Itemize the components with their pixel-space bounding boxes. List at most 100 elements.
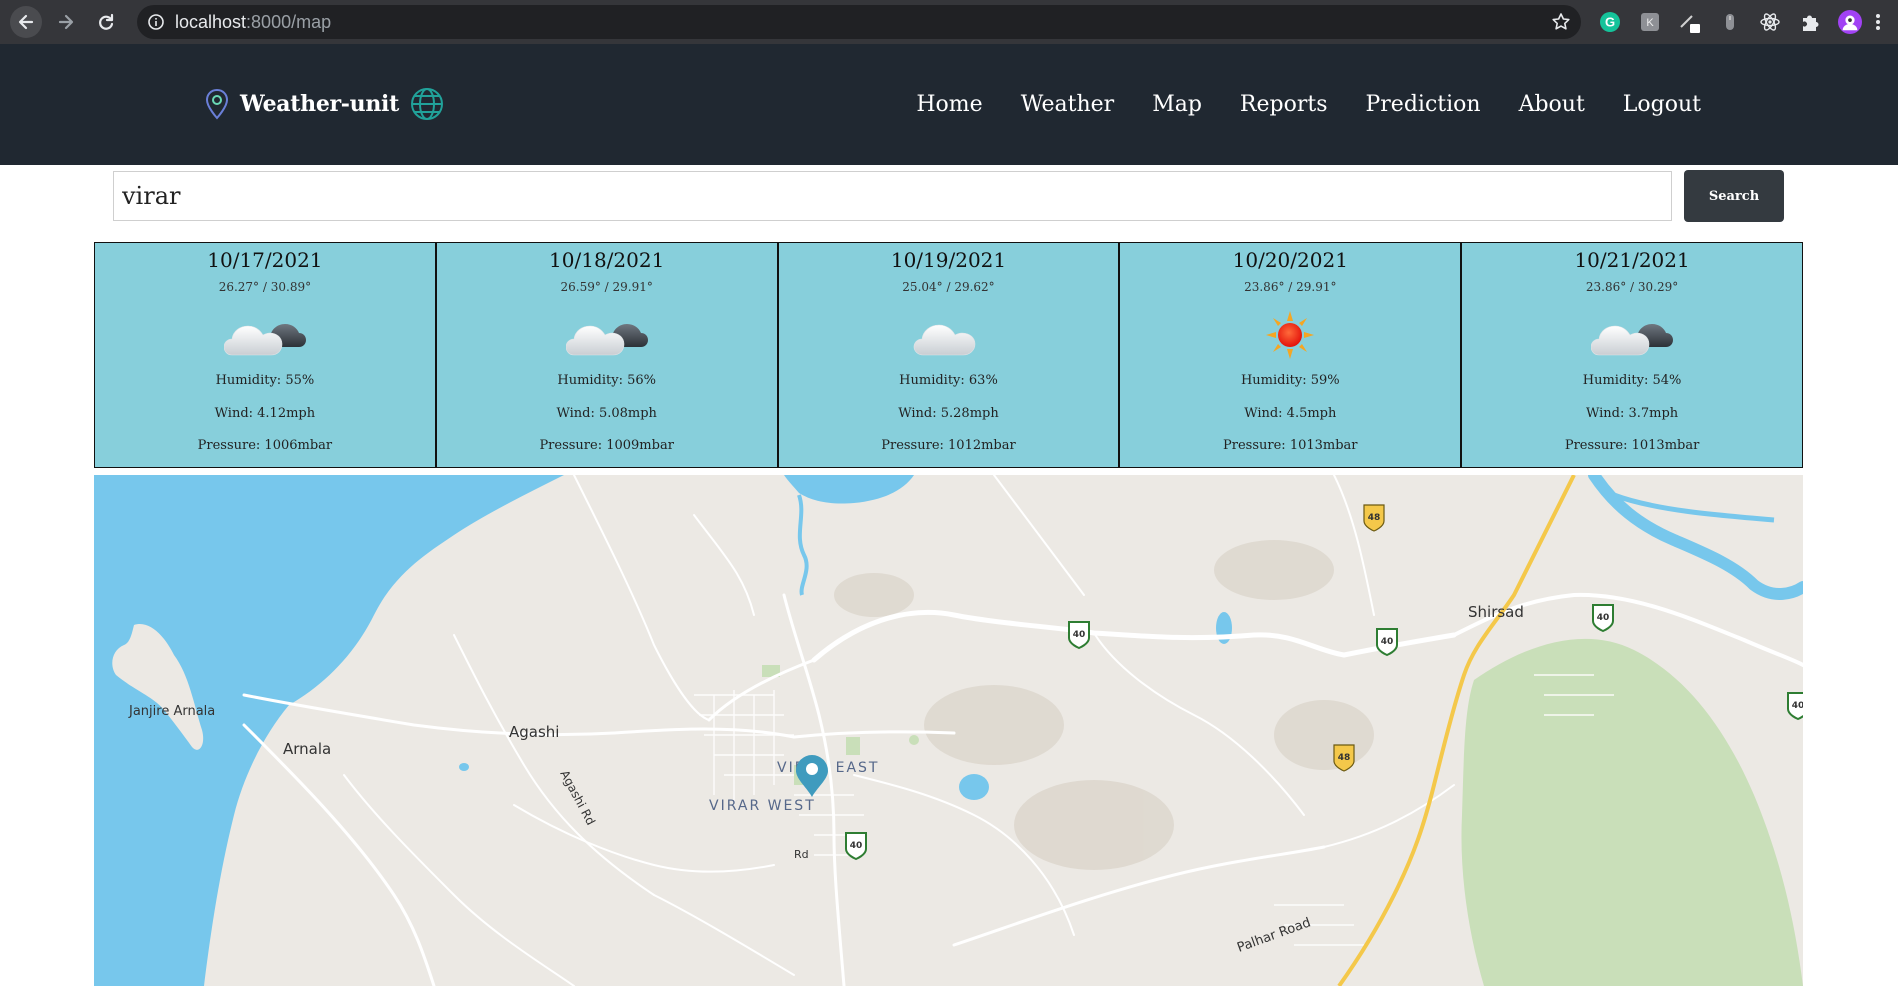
menu-icon xyxy=(1876,14,1880,30)
forecast-card: 10/19/2021 25.04° / 29.62° Humidity: 63%… xyxy=(777,242,1120,468)
label-virar-west: VIRAR WEST xyxy=(709,798,816,814)
shield-label: 48 xyxy=(1338,753,1351,763)
react-devtools[interactable] xyxy=(1758,10,1782,34)
extension-button[interactable]: K xyxy=(1638,10,1662,34)
forecast-date: 10/19/2021 xyxy=(890,248,1007,272)
mouse-icon xyxy=(1726,14,1734,30)
shield-label: 40 xyxy=(1381,637,1394,647)
forecast-wind: Wind: 4.12mph xyxy=(214,406,316,421)
nh40-shield: 40 xyxy=(1787,692,1803,721)
sun-icon xyxy=(1266,311,1315,359)
location-pin-icon xyxy=(205,88,229,120)
profile-button[interactable] xyxy=(1838,10,1862,34)
forecast-card: 10/21/2021 23.86° / 30.29° Humidity: 54%… xyxy=(1461,242,1803,468)
forecast-temp: 25.04° / 29.62° xyxy=(902,280,995,294)
mouse-extension[interactable] xyxy=(1718,10,1742,34)
grammarly-icon: G xyxy=(1600,12,1620,32)
cloud-partly-icon xyxy=(1591,324,1674,356)
nav-home[interactable]: Home xyxy=(916,92,982,117)
label-rd: Rd xyxy=(794,848,809,861)
forecast-card: 10/17/2021 26.27° / 30.89° Humidity: 55%… xyxy=(94,242,436,468)
address-bar[interactable]: localhost:8000/map xyxy=(137,5,1581,39)
forecast-card: 10/18/2021 26.59° / 29.91° Humidity: 56%… xyxy=(435,242,778,468)
globe-icon xyxy=(410,88,443,120)
nh48-shield: 48 xyxy=(1363,504,1385,532)
forecast-date: 10/17/2021 xyxy=(207,248,323,272)
puzzle-icon xyxy=(1803,15,1819,31)
shield-label: 40 xyxy=(1073,630,1086,640)
forecast-wind: Wind: 5.08mph xyxy=(556,406,657,421)
cloud-partly-icon xyxy=(565,324,648,356)
avatar xyxy=(1838,10,1862,34)
main-nav: Home Weather Map Reports Prediction Abou… xyxy=(916,92,1701,117)
reload-button[interactable] xyxy=(90,6,122,38)
shield-label: 40 xyxy=(1597,613,1610,623)
react-icon xyxy=(1760,13,1780,31)
label-virar-east: VIRAR EAST xyxy=(777,760,879,776)
extension-icon: K xyxy=(1641,13,1659,31)
forecast-temp: 26.27° / 30.89° xyxy=(218,280,312,294)
brand-name: Weather-unit xyxy=(240,91,399,117)
nav-weather[interactable]: Weather xyxy=(1021,92,1115,117)
lake xyxy=(459,763,469,771)
label-agashi: Agashi xyxy=(509,723,559,741)
nav-about[interactable]: About xyxy=(1519,92,1585,117)
forecast-date: 10/18/2021 xyxy=(549,248,665,272)
extensions-button[interactable] xyxy=(1798,10,1822,34)
forward-icon xyxy=(58,14,74,30)
forecast-pressure: Pressure: 1012mbar xyxy=(881,438,1016,453)
label-arnala: Arnala xyxy=(283,740,331,758)
forecast-humidity: Humidity: 55% xyxy=(215,373,315,388)
label-shirsad: Shirsad xyxy=(1468,603,1524,621)
back-button[interactable] xyxy=(10,6,42,38)
forward-button[interactable] xyxy=(50,6,82,38)
nav-map[interactable]: Map xyxy=(1152,92,1202,117)
browser-toolbar: localhost:8000/map G K xyxy=(0,0,1898,44)
park xyxy=(909,735,919,745)
forecast-card: 10/20/2021 23.86° / 29.91° Humidity: 59%… xyxy=(1119,242,1462,468)
search-button[interactable]: Search xyxy=(1684,170,1784,222)
forecast-humidity: Humidity: 56% xyxy=(557,373,657,388)
forecast-pressure: Pressure: 1009mbar xyxy=(539,438,674,453)
cloud-partly-icon xyxy=(223,324,306,356)
pen-extension[interactable] xyxy=(1678,10,1702,34)
forecast-wind: Wind: 3.7mph xyxy=(1585,406,1679,421)
brand[interactable]: Weather-unit xyxy=(204,86,445,122)
label-janjire: Janjire Arnala xyxy=(128,704,215,719)
map-view[interactable]: 48 48 40 40 40 40 40 Janjire Arnala Arna… xyxy=(94,475,1803,986)
pen-icon xyxy=(1680,15,1700,33)
forecast-date: 10/20/2021 xyxy=(1232,248,1348,272)
info-icon[interactable] xyxy=(147,13,165,31)
nh40-shield: 40 xyxy=(1376,628,1398,657)
nav-logout[interactable]: Logout xyxy=(1623,92,1701,117)
browser-menu-button[interactable] xyxy=(1866,10,1890,34)
city-search-input[interactable] xyxy=(113,171,1672,221)
nav-reports[interactable]: Reports xyxy=(1240,92,1328,117)
forecast-wind: Wind: 4.5mph xyxy=(1244,406,1337,421)
forecast-pressure: Pressure: 1013mbar xyxy=(1223,438,1358,453)
nh40-shield: 40 xyxy=(1068,621,1090,650)
back-icon xyxy=(18,14,34,30)
url-text[interactable]: localhost:8000/map xyxy=(175,5,331,39)
site-header: Weather-unit Home Weather Map Reports Pr… xyxy=(0,44,1898,165)
svg-text:G: G xyxy=(1605,15,1615,30)
star-icon[interactable] xyxy=(1551,12,1571,32)
forecast-wind: Wind: 5.28mph xyxy=(898,406,999,421)
forecast-temp: 23.86° / 29.91° xyxy=(1244,280,1337,294)
forecast-date: 10/21/2021 xyxy=(1574,248,1690,272)
nav-prediction[interactable]: Prediction xyxy=(1365,92,1480,117)
shield-label: 40 xyxy=(850,841,863,851)
lake xyxy=(959,774,989,800)
nh48-shield: 48 xyxy=(1333,744,1355,772)
url-host: localhost xyxy=(175,12,247,32)
grammarly-extension[interactable]: G xyxy=(1598,10,1622,34)
forecast-temp: 26.59° / 29.91° xyxy=(560,280,653,294)
map-canvas[interactable]: 48 48 40 40 40 40 40 Janjire Arnala Arna… xyxy=(94,475,1803,986)
shield-label: 40 xyxy=(1792,701,1803,711)
forecast-humidity: Humidity: 63% xyxy=(899,373,998,388)
forecast-temp: 23.86° / 30.29° xyxy=(1585,280,1679,294)
forecast-humidity: Humidity: 54% xyxy=(1582,373,1682,388)
url-path: :8000/map xyxy=(246,12,332,32)
cloud-icon xyxy=(914,324,976,356)
nh40-shield: 40 xyxy=(1592,604,1614,633)
